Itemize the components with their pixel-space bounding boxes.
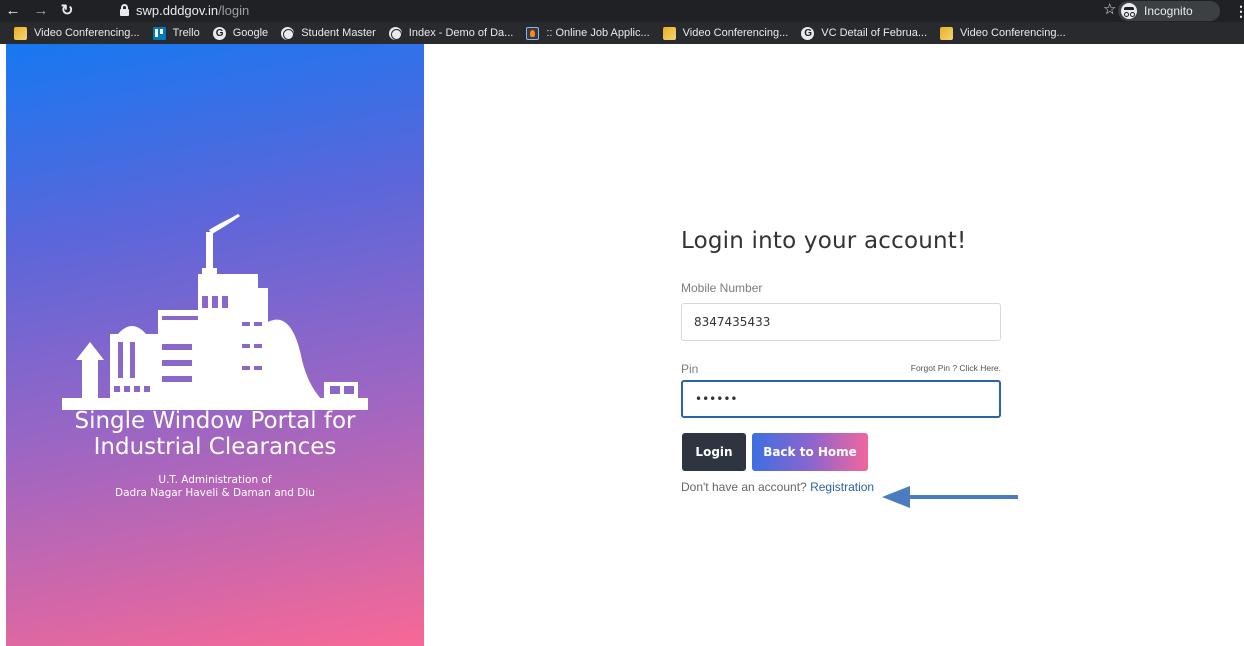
brand-panel: Single Window Portal for Industrial Clea… [6,44,424,646]
bookmark-star-icon[interactable]: ☆ [1103,1,1116,19]
back-arrow-icon[interactable]: ← [4,2,22,20]
forward-arrow-icon[interactable]: → [32,2,50,20]
portal-subtitle-line1: U.T. Administration of [158,474,272,486]
factory-illustration [62,214,368,410]
bookmark-label: Trello [172,27,200,39]
bookmark-label: Index - Demo of Da... [408,27,514,39]
bookmark-item[interactable]: :: Online Job Applic... [526,22,650,44]
pin-label: Pin [681,362,699,376]
google-icon [212,26,226,40]
no-account-label: Don't have an account? [681,480,807,494]
login-button[interactable]: Login [682,433,746,471]
bookmark-label: Video Conferencing... [960,27,1066,39]
back-to-home-button[interactable]: Back to Home [752,433,868,471]
globe-icon [281,26,295,40]
job-icon [526,26,540,40]
no-account-text: Don't have an account? Registration [681,480,874,494]
pointer-arrow-icon [882,486,1018,508]
vc-icon [662,26,676,40]
bookmark-label: :: Online Job Applic... [546,27,650,39]
bookmark-label: VC Detail of Februa... [821,27,928,39]
portal-title-line2: Industrial Clearances [93,434,337,460]
globe-icon [388,26,402,40]
bookmarks-bar: Video Conferencing... Trello Google Stud… [0,22,1244,44]
bookmark-label: Google [232,27,269,39]
lock-icon[interactable] [120,4,129,16]
portal-title-line1: Single Window Portal for [74,408,356,434]
url-path: /login [218,3,250,18]
pin-input[interactable] [681,380,1001,418]
mobile-number-label: Mobile Number [681,281,763,295]
portal-title: Single Window Portal for Industrial Clea… [6,410,424,459]
bookmark-item[interactable]: Student Master [281,22,376,44]
mobile-number-input[interactable] [681,303,1001,341]
address-bar[interactable]: swp.dddgov.in/login [106,1,1226,21]
incognito-badge[interactable]: Incognito [1118,1,1220,21]
bookmark-item[interactable]: Video Conferencing... [14,22,140,44]
vc-icon [940,26,954,40]
bookmark-item[interactable]: Video Conferencing... [662,22,789,44]
google-icon [801,26,815,40]
browser-toolbar: ← → ↻ swp.dddgov.in/login ☆ Incognito ⋮ [0,0,1244,22]
url-host: swp.dddgov.in [136,3,219,18]
incognito-label: Incognito [1144,4,1193,18]
vc-icon [14,26,27,40]
bookmark-item[interactable]: Trello [152,22,200,44]
bookmark-item[interactable]: Index - Demo of Da... [388,22,514,44]
portal-subtitle: U.T. Administration of Dadra Nagar Havel… [6,474,424,500]
url-text[interactable]: swp.dddgov.in/login [136,3,249,19]
registration-link[interactable]: Registration [810,480,874,494]
bookmark-item[interactable]: Video Conferencing... [940,22,1066,44]
bookmark-label: Video Conferencing... [682,27,789,39]
reload-icon[interactable]: ↻ [58,2,76,20]
bookmark-item[interactable]: VC Detail of Februa... [801,22,927,44]
trello-icon [152,26,166,40]
bookmark-label: Student Master [301,27,376,39]
incognito-icon [1121,3,1137,19]
portal-subtitle-line2: Dadra Nagar Haveli & Daman and Diu [115,487,315,499]
bookmark-item[interactable]: Google [212,22,269,44]
bookmark-label: Video Conferencing... [34,27,140,39]
menu-kebab-icon[interactable]: ⋮ [1234,2,1244,20]
login-heading: Login into your account! [681,228,967,254]
forgot-pin-link[interactable]: Forgot Pin ? Click Here. [880,363,1001,373]
